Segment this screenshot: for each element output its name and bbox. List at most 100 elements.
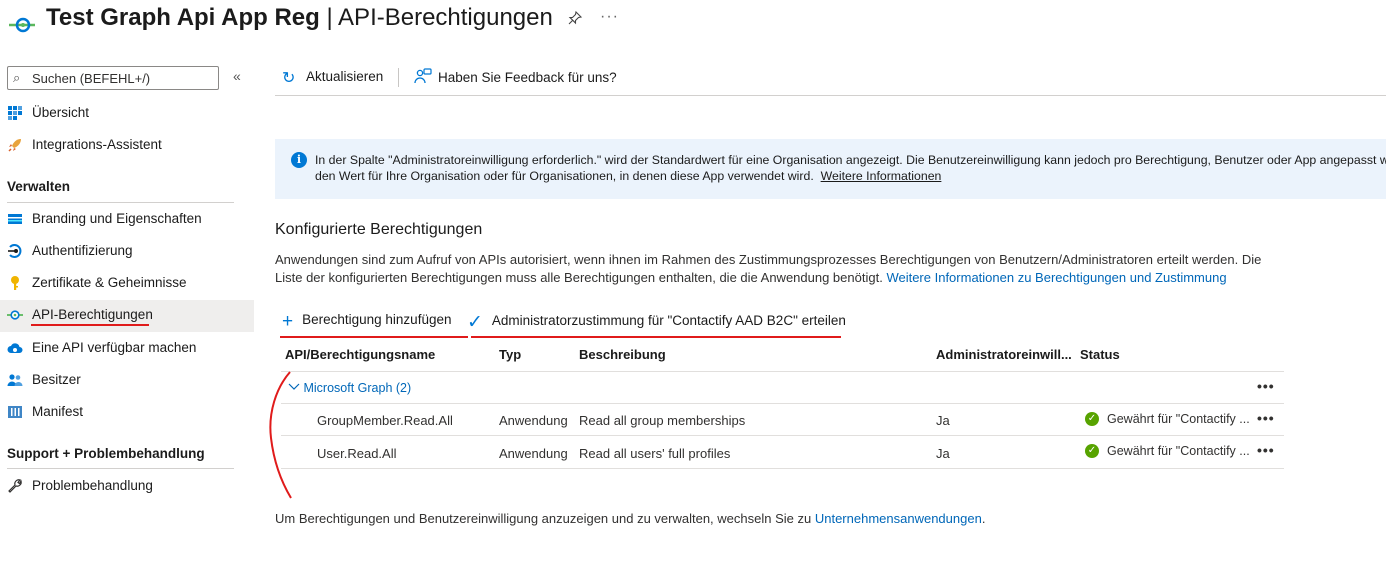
sidebar-item-manifest[interactable]: Manifest: [0, 397, 254, 429]
info-banner: i In der Spalte "Administratoreinwilligu…: [275, 139, 1386, 199]
permission-description: Read all users' full profiles: [579, 446, 731, 461]
sidebar-item-authentication[interactable]: Authentifizierung: [0, 236, 254, 268]
checkmark-icon: ✓: [467, 312, 483, 333]
column-header-description[interactable]: Beschreibung: [579, 347, 666, 362]
permission-type: Anwendung: [499, 413, 568, 428]
search-input[interactable]: ⌕ Suchen (BEFEHL+/): [7, 66, 219, 90]
refresh-icon: ↻: [282, 70, 296, 87]
app-registration-icon: [9, 17, 35, 33]
sidebar-item-integration-assistant[interactable]: Integrations-Assistent: [0, 130, 254, 162]
info-icon: i: [291, 152, 307, 168]
column-header-type[interactable]: Typ: [499, 347, 521, 362]
enterprise-apps-link[interactable]: Unternehmensanwendungen: [815, 511, 982, 526]
sidebar-item-label: Übersicht: [32, 105, 90, 120]
auth-icon: [8, 244, 22, 258]
permissions-consent-link[interactable]: Weitere Informationen zu Berechtigungen …: [886, 270, 1226, 285]
admin-consent-required: Ja: [936, 446, 950, 461]
sidebar-item-label: Besitzer: [32, 372, 81, 387]
feedback-icon: [414, 68, 432, 84]
sidebar-item-owners[interactable]: Besitzer: [0, 365, 254, 397]
row-more-options[interactable]: •••: [1257, 410, 1275, 426]
sidebar-item-label: Manifest: [32, 404, 84, 419]
refresh-label: Aktualisieren: [306, 69, 384, 84]
cloud-icon: [7, 343, 23, 353]
sidebar-item-label: Zertifikate & Geheimnisse: [32, 275, 187, 290]
status-text: Gewährt für "Contactify ...: [1107, 444, 1250, 458]
sidebar-item-certificates[interactable]: Zertifikate & Geheimnisse: [0, 268, 254, 300]
rocket-icon: [8, 139, 21, 152]
sidebar-item-label: Problembehandlung: [32, 478, 153, 493]
api-permissions-icon: [7, 310, 23, 320]
section-header-support: Support + Problembehandlung: [7, 446, 205, 461]
sidebar-item-label: Integrations-Assistent: [32, 137, 162, 152]
more-options-icon[interactable]: ···: [600, 8, 619, 26]
column-header-status[interactable]: Status: [1080, 347, 1120, 362]
sidebar-item-troubleshooting[interactable]: Problembehandlung: [0, 471, 254, 503]
toolbar-divider-line: [275, 95, 1386, 96]
pin-icon[interactable]: [567, 10, 583, 26]
section-header-manage: Verwalten: [7, 179, 71, 194]
sidebar-item-overview[interactable]: Übersicht: [0, 98, 254, 130]
page-title: Test Graph Api App Reg | API-Berechtigun…: [46, 4, 553, 32]
info-banner-text: In der Spalte "Administratoreinwilligung…: [315, 152, 1386, 184]
sidebar-item-label: API-Berechtigungen: [32, 307, 153, 322]
footer-text: Um Berechtigungen und Benutzereinwilligu…: [275, 511, 985, 526]
manifest-icon: [8, 406, 22, 418]
row-divider: [281, 468, 1284, 469]
collapse-sidebar-icon[interactable]: «: [233, 68, 241, 84]
group-more-options[interactable]: •••: [1257, 378, 1275, 394]
info-banner-line1: In der Spalte "Administratoreinwilligung…: [315, 153, 1386, 167]
info-banner-line2: den Wert für Ihre Organisation oder für …: [315, 169, 814, 183]
granted-check-icon: ✓: [1085, 444, 1099, 458]
blade-title: API-Berechtigungen: [338, 4, 553, 31]
permission-name-link[interactable]: GroupMember.Read.All: [317, 413, 453, 428]
feedback-button[interactable]: Haben Sie Feedback für uns?: [414, 68, 617, 88]
granted-check-icon: ✓: [1085, 412, 1099, 426]
wrench-icon: [8, 479, 22, 493]
sidebar-item-api-permissions[interactable]: API-Berechtigungen: [0, 300, 254, 332]
row-divider: [281, 403, 1284, 404]
app-name: Test Graph Api App Reg: [46, 4, 320, 31]
permission-description: Read all group memberships: [579, 413, 746, 428]
grant-consent-label: Administratorzustimmung für "Contactify …: [491, 313, 846, 328]
feedback-label: Haben Sie Feedback für uns?: [438, 70, 617, 85]
plus-icon: +: [282, 311, 294, 332]
annotation-underline-grant: [471, 336, 841, 338]
sidebar-item-branding[interactable]: Branding und Eigenschaften: [0, 204, 254, 236]
grid-icon: [8, 106, 22, 120]
section-description: Anwendungen sind zum Aufruf von APIs aut…: [275, 251, 1285, 286]
add-permission-button[interactable]: + Berechtigung hinzufügen: [282, 311, 451, 333]
footer-label: Um Berechtigungen und Benutzereinwilligu…: [275, 511, 812, 526]
annotation-arc: [269, 371, 292, 499]
search-icon: ⌕: [13, 70, 21, 85]
sidebar-item-label: Authentifizierung: [32, 243, 133, 258]
admin-consent-required: Ja: [936, 413, 950, 428]
permission-type: Anwendung: [499, 446, 568, 461]
sidebar-item-label: Eine API verfügbar machen: [32, 340, 197, 355]
sidebar-item-expose-api[interactable]: Eine API verfügbar machen: [0, 333, 254, 365]
row-divider: [281, 435, 1284, 436]
column-header-admin-consent[interactable]: Administratoreinwill...: [936, 347, 1072, 362]
status-text: Gewährt für "Contactify ...: [1107, 412, 1250, 426]
add-permission-label: Berechtigung hinzufügen: [302, 312, 452, 327]
column-header-api[interactable]: API/Berechtigungsname: [285, 347, 435, 362]
row-more-options[interactable]: •••: [1257, 442, 1275, 458]
key-icon: [11, 276, 19, 290]
toolbar-divider: [398, 68, 399, 87]
annotation-underline-sidebar: [31, 324, 149, 326]
group-microsoft-graph[interactable]: Microsoft Graph (2): [288, 381, 411, 395]
divider: [7, 202, 234, 203]
search-placeholder: Suchen (BEFEHL+/): [32, 71, 151, 86]
footer-period: .: [981, 511, 986, 526]
grant-admin-consent-button[interactable]: ✓ Administratorzustimmung für "Contactify…: [467, 311, 846, 334]
group-label: Microsoft Graph (2): [303, 381, 412, 395]
row-divider: [281, 371, 1284, 372]
branding-icon: [8, 214, 22, 224]
title-separator: |: [319, 4, 339, 31]
sidebar-item-label: Branding und Eigenschaften: [32, 211, 202, 226]
more-info-link[interactable]: Weitere Informationen: [821, 169, 942, 183]
section-title: Konfigurierte Berechtigungen: [275, 221, 483, 238]
annotation-underline-add: [280, 336, 468, 338]
permission-name-link[interactable]: User.Read.All: [317, 446, 396, 461]
refresh-button[interactable]: ↻ Aktualisieren: [282, 68, 383, 88]
